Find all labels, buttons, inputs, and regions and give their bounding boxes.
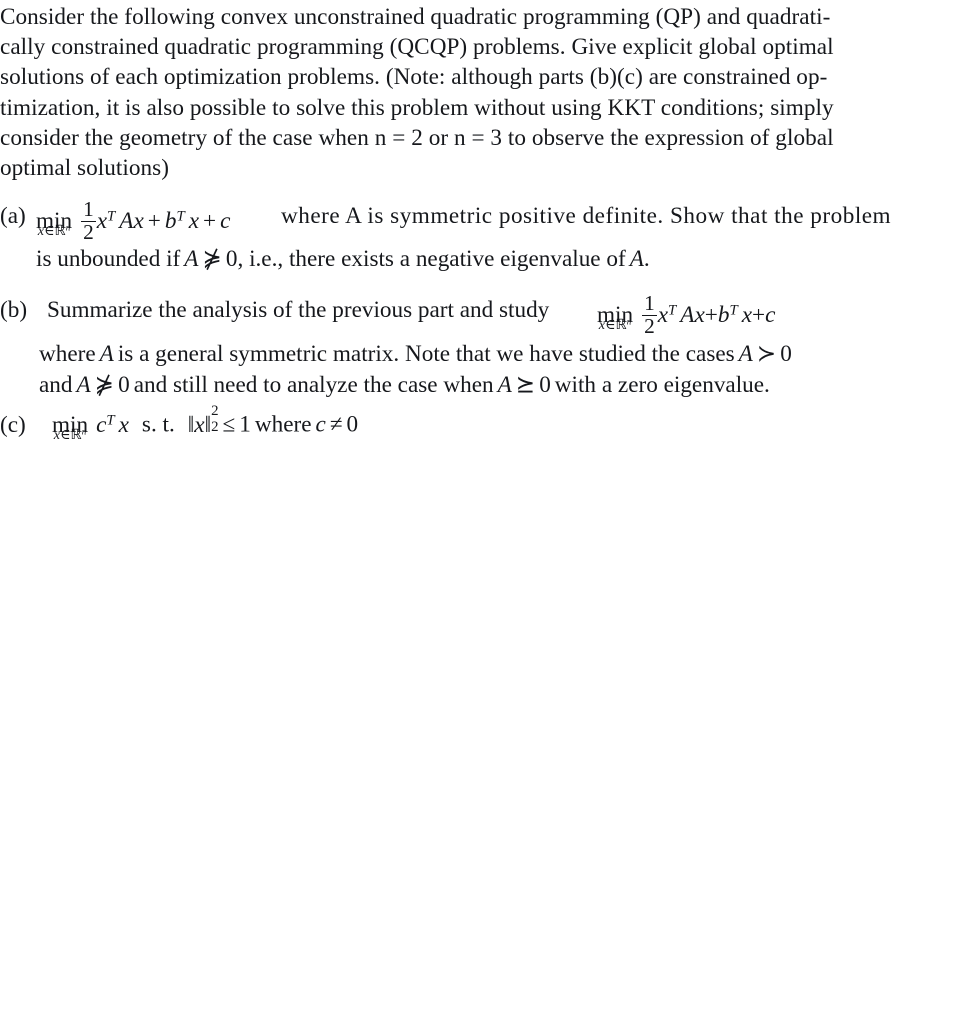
- part-b-objective: min x∈ℝn 1 2 xT Ax+bT x+c: [597, 291, 776, 338]
- part-b-line3-zero: 0: [118, 372, 130, 398]
- part-a-condition-text: where A is symmetric positive definite. …: [281, 203, 892, 229]
- part-b-line3-relation2: ⪰: [515, 372, 536, 398]
- part-b-tag: (b): [0, 297, 28, 323]
- part-b-fraction: 12: [642, 291, 657, 338]
- part-a-line2-relation: ⋡: [202, 246, 222, 272]
- intro-line-5: consider the geometry of the case when n…: [0, 124, 834, 151]
- part-c-subject-to: s. t.: [141, 411, 175, 438]
- part-b-line2-zero: 0: [780, 341, 792, 367]
- document-page: Consider the following convex unconstrai…: [0, 0, 953, 1024]
- part-b-quadratic-term: xT Ax: [657, 301, 705, 328]
- intro-line-3: solutions of each optimization problems.…: [0, 64, 828, 91]
- part-c-norm-sub: 2: [211, 418, 219, 435]
- part-b-constant-term: c: [765, 301, 776, 328]
- part-b-line3-after: with a zero eigenvalue.: [554, 372, 770, 398]
- part-b-linear-term: bT x: [717, 301, 752, 328]
- part-a-line2-matrix-end: A: [629, 246, 644, 272]
- part-b-line-2: where Ais a general symmetric matrix. Not…: [39, 339, 792, 369]
- intro-paragraph: Consider the following convex unconstrai…: [0, 2, 930, 183]
- part-c-zero: 0: [346, 411, 359, 438]
- part-b-line-3: and A ⋡ 0 and still need to analyze the case…: [39, 370, 770, 400]
- part-b-line2-matrix2: A: [738, 341, 753, 367]
- part-a-linear-term: bT x: [164, 207, 199, 234]
- part-a-line-2: is unbounded if A ⋡ 0, i.e., there exists a…: [36, 244, 650, 274]
- part-b-line3-matrix2: A: [497, 372, 512, 398]
- part-c-tag: (c): [0, 412, 26, 438]
- intro-line-2: cally constrained quadratic programming …: [0, 34, 834, 61]
- part-b-line2-before: where: [39, 341, 96, 367]
- part-c-inequality: ≤: [222, 411, 236, 438]
- part-a-quadratic-term: xT Ax: [96, 207, 144, 234]
- part-c-linear-objective: cT x: [96, 411, 129, 438]
- part-c-bound: 1: [239, 411, 251, 438]
- part-c-vector: c: [315, 411, 326, 438]
- part-b-line3-relation: ⋡: [94, 372, 115, 398]
- part-a-min-operator: min x∈ℝn: [36, 209, 72, 238]
- part-a-line2-matrix: A: [184, 246, 199, 272]
- part-a-frac-denominator: 2: [81, 219, 96, 244]
- part-a-constant-term: c: [220, 207, 231, 234]
- part-a-line2-after: , i.e., there exists a negative eigenval…: [237, 246, 626, 272]
- part-b-line2-relation: ≻: [756, 341, 777, 367]
- part-c-norm-sup: 2: [211, 403, 219, 420]
- part-a-objective: min x∈ℝn 1 2 xT Ax + bT x + c: [36, 197, 231, 244]
- part-b-min-operator: min x∈ℝn: [597, 303, 633, 332]
- part-b-line3-mid: and still need to analyze the case when: [133, 372, 494, 398]
- part-a-min-limit: x∈ℝn: [37, 222, 71, 240]
- part-b-min-limit: x∈ℝn: [598, 316, 632, 334]
- part-c-min-limit: x∈ℝn: [53, 426, 87, 444]
- part-b-frac-denominator: 2: [642, 313, 657, 338]
- part-a-tag: (a): [0, 203, 26, 229]
- part-a-line2-before: is unbounded if: [36, 246, 181, 272]
- part-b-line3-before: and: [39, 372, 73, 398]
- part-c-norm-constraint: ‖x‖ 2 2: [187, 403, 219, 438]
- part-b-line2-matrix: A: [99, 341, 114, 367]
- part-b-line3-zero2: 0: [539, 372, 551, 398]
- part-a-line2-period: .: [643, 246, 650, 272]
- part-b-line2-mid: is a general symmetric matrix. Note that…: [117, 341, 735, 367]
- part-c-objective: min x∈ℝn cT x s. t. ‖x‖ 2 2 ≤1 where c ≠ 0: [52, 403, 359, 442]
- part-c-norm-indices: 22: [211, 403, 219, 435]
- part-c-where-text: where: [254, 411, 312, 438]
- part-a-line2-zero: 0: [225, 246, 238, 272]
- intro-line-1: Consider the following convex unconstrai…: [0, 4, 831, 30]
- part-b-frac-numerator: 1: [644, 291, 655, 315]
- part-a-frac-numerator: 1: [83, 197, 94, 221]
- part-a-fraction: 12: [81, 197, 96, 244]
- part-b-line3-matrix: A: [76, 372, 91, 398]
- intro-line-6: optimal solutions): [0, 155, 170, 182]
- part-c-neq: ≠: [329, 411, 343, 438]
- intro-line-4: timization, it is also possible to solve…: [0, 94, 834, 121]
- part-b-lead-text: Summarize the analysis of the previous p…: [47, 297, 550, 323]
- part-c-min-operator: min x∈ℝn: [52, 413, 88, 442]
